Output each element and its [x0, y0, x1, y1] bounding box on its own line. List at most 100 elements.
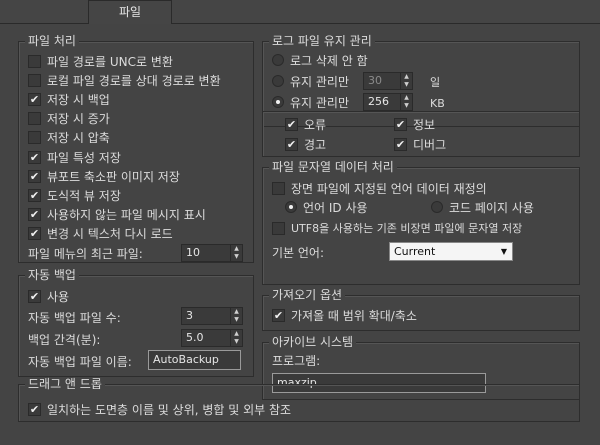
backup-name-label: 자동 백업 파일 이름:	[28, 355, 132, 369]
log-info-check[interactable]: ✔ 정보	[394, 115, 435, 133]
backup-count-spinner[interactable]: 3 ▲ ▼	[181, 307, 243, 325]
checkbox-icon[interactable]: ✔	[28, 402, 41, 416]
file-handling-option[interactable]: ✔ 사용하지 않는 파일 메시지 표시	[28, 206, 206, 224]
log-warning-check[interactable]: ✔ 경고	[285, 135, 326, 153]
checkbox-icon[interactable]: ✔	[28, 92, 41, 106]
file-handling-option-label: 사용하지 않는 파일 메시지 표시	[47, 208, 206, 223]
log-never-delete-radio[interactable]: 로그 삭제 안 함	[272, 51, 368, 69]
checkbox-icon[interactable]: ✔	[28, 188, 41, 202]
log-error-label: 오류	[304, 117, 327, 132]
log-error-check[interactable]: ✔ 오류	[285, 115, 326, 133]
file-handling-option-label: 저장 시 백업	[47, 92, 110, 107]
backup-interval-label: 백업 간격(분):	[28, 333, 101, 347]
checkbox-icon[interactable]: ✔	[28, 227, 41, 241]
file-handling-option[interactable]: ✔ 파일 특성 저장	[28, 148, 121, 166]
file-handling-option-label: 저장 시 압축	[47, 131, 110, 146]
file-handling-option[interactable]: 저장 시 압축	[28, 129, 110, 147]
log-level-group: ✔ 오류 ✔ 정보 ✔ 경고 ✔ 디버그	[262, 111, 580, 157]
file-handling-option-label: 변경 시 텍스처 다시 로드	[47, 227, 173, 242]
log-keep-kb-radio[interactable]: 유지 관리만	[272, 93, 349, 111]
log-debug-label: 디버그	[413, 137, 447, 152]
radio-icon[interactable]	[272, 54, 284, 66]
tab-files[interactable]: 파일	[88, 0, 172, 25]
backup-interval-value[interactable]: 5.0	[182, 330, 230, 346]
log-never-delete-label: 로그 삭제 안 함	[290, 53, 368, 68]
log-keep-days-label: 유지 관리만	[290, 74, 350, 89]
file-handling-option-label: 도식적 뷰 저장	[47, 188, 121, 203]
file-handling-option-label: 파일 경로를 UNC로 변환	[47, 54, 173, 69]
chevron-down-icon[interactable]: ▼	[501, 243, 507, 260]
match-layer-names-check[interactable]: ✔ 일치하는 도면층 이름 및 상위, 병합 및 외부 참조	[28, 400, 291, 418]
file-handling-option-label: 로컬 파일 경로를 상대 경로로 변환	[47, 73, 221, 88]
file-handling-option-label: 뷰포트 축소판 이미지 저장	[47, 169, 180, 184]
match-layer-names-label: 일치하는 도면층 이름 및 상위, 병합 및 외부 참조	[47, 402, 292, 417]
backup-count-label: 자동 백업 파일 수:	[28, 311, 121, 325]
log-keep-days-radio[interactable]: 유지 관리만	[272, 72, 349, 90]
log-kb-spinner[interactable]: 256 ▲ ▼	[363, 93, 413, 111]
recent-files-spinner[interactable]: 10 ▲ ▼	[181, 244, 243, 262]
log-kb-value[interactable]: 256	[364, 94, 400, 110]
checkbox-icon[interactable]	[28, 73, 41, 87]
auto-backup-enable-checkbox[interactable]: ✔	[28, 289, 41, 303]
checkbox-icon[interactable]: ✔	[272, 308, 285, 322]
checkbox-icon[interactable]: ✔	[285, 117, 298, 131]
log-days-value[interactable]: 30	[364, 73, 400, 89]
file-handling-option[interactable]: ✔ 변경 시 텍스처 다시 로드	[28, 225, 173, 243]
checkbox-icon[interactable]	[28, 112, 41, 126]
spinner-arrows-icon[interactable]: ▲ ▼	[400, 94, 412, 110]
file-handling-option[interactable]: 파일 경로를 UNC로 변환	[28, 52, 173, 70]
log-kb-unit: KB	[430, 97, 445, 110]
use-language-id-radio[interactable]: 언어 ID 사용	[285, 198, 368, 216]
file-handling-option-label: 파일 특성 저장	[47, 150, 121, 165]
checkbox-icon[interactable]	[28, 54, 41, 68]
zoom-extents-check[interactable]: ✔ 가져올 때 범위 확대/축소	[272, 306, 417, 324]
spinner-arrows-icon[interactable]: ▲ ▼	[400, 73, 412, 89]
log-warning-label: 경고	[304, 137, 327, 152]
checkbox-icon[interactable]	[272, 221, 285, 235]
radio-selected-icon[interactable]	[272, 96, 284, 108]
files-panel: 파일 처리 파일 경로를 UNC로 변환 로컬 파일 경로를 상대 경로로 변환 ✔…	[0, 24, 600, 445]
backup-name-input[interactable]: AutoBackup	[148, 350, 241, 370]
checkbox-icon[interactable]	[28, 131, 41, 145]
import-options-group: 가져오기 옵션 ✔ 가져올 때 범위 확대/축소	[262, 288, 580, 331]
checkbox-icon[interactable]: ✔	[394, 137, 407, 151]
checkbox-icon[interactable]: ✔	[28, 150, 41, 164]
string-data-title: 파일 문자열 데이터 처리	[269, 160, 397, 174]
import-options-title: 가져오기 옵션	[269, 288, 346, 302]
radio-selected-icon[interactable]	[285, 201, 297, 213]
recent-files-value[interactable]: 10	[182, 245, 230, 261]
radio-icon[interactable]	[272, 75, 284, 87]
spinner-arrows-icon[interactable]: ▲ ▼	[230, 308, 242, 324]
default-language-dropdown[interactable]: Current ▼	[389, 242, 513, 261]
checkbox-icon[interactable]: ✔	[394, 117, 407, 131]
utf8-check[interactable]: UTF8을 사용하는 기존 비장면 파일에 문자열 저장	[272, 219, 522, 237]
checkbox-icon[interactable]: ✔	[285, 137, 298, 151]
log-maintenance-title: 로그 파일 유지 관리	[269, 34, 375, 48]
log-days-spinner[interactable]: 30 ▲ ▼	[363, 72, 413, 90]
file-handling-option[interactable]: 로컬 파일 경로를 상대 경로로 변환	[28, 71, 221, 89]
override-language-check[interactable]: 장면 파일에 지정된 언어 데이터 재정의	[272, 179, 487, 197]
checkbox-icon[interactable]: ✔	[28, 208, 41, 222]
file-handling-option[interactable]: ✔ 저장 시 백업	[28, 90, 110, 108]
backup-interval-spinner[interactable]: 5.0 ▲ ▼	[181, 329, 243, 347]
checkbox-icon[interactable]	[272, 181, 285, 195]
checkbox-icon[interactable]: ✔	[28, 169, 41, 183]
use-language-id-label: 언어 ID 사용	[303, 200, 368, 215]
radio-icon[interactable]	[431, 201, 443, 213]
spinner-arrows-icon[interactable]: ▲ ▼	[230, 330, 242, 346]
default-language-value[interactable]: Current	[394, 245, 435, 258]
file-handling-option[interactable]: ✔ 도식적 뷰 저장	[28, 186, 121, 204]
auto-backup-group: 자동 백업 ✔ 사용 자동 백업 파일 수: 3 ▲ ▼ 백업 간격(분): 5.…	[18, 268, 254, 377]
drag-drop-title: 드래그 앤 드롭	[25, 377, 105, 391]
archive-system-title: 아카이브 시스템	[269, 335, 357, 349]
default-language-label: 기본 언어:	[272, 246, 325, 260]
auto-backup-enable[interactable]: ✔ 사용	[28, 287, 69, 305]
file-handling-option[interactable]: ✔ 뷰포트 축소판 이미지 저장	[28, 167, 180, 185]
log-keep-kb-label: 유지 관리만	[290, 95, 350, 110]
string-data-group: 파일 문자열 데이터 처리 장면 파일에 지정된 언어 데이터 재정의 언어 I…	[262, 160, 580, 285]
backup-count-value[interactable]: 3	[182, 308, 230, 324]
log-debug-check[interactable]: ✔ 디버그	[394, 135, 446, 153]
use-codepage-radio[interactable]: 코드 페이지 사용	[431, 198, 534, 216]
file-handling-option[interactable]: 저장 시 증가	[28, 110, 110, 128]
spinner-arrows-icon[interactable]: ▲ ▼	[230, 245, 242, 261]
